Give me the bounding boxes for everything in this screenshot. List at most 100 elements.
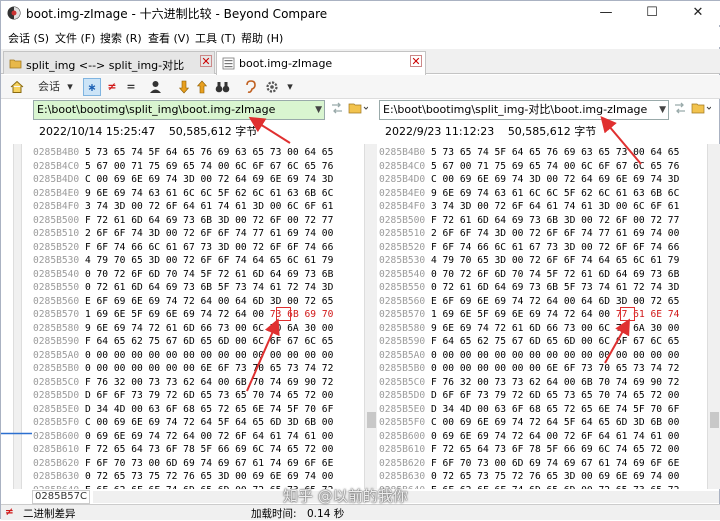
hex-address: 0285B4F0 xyxy=(379,201,431,212)
hex-row[interactable]: 0285B5A0 0 00 00 00 00 00 00 00 00 00 00… xyxy=(33,349,333,363)
chevron-down-icon[interactable]: ▼ xyxy=(315,101,322,119)
hex-row[interactable]: 0285B530 4 79 70 65 3D 00 72 6F 6F 74 64… xyxy=(33,254,333,268)
hex-row[interactable]: 0285B5B0 0 00 00 00 00 00 00 6E 6F 73 70… xyxy=(379,362,679,376)
hex-bytes: F 72 61 6D 64 69 73 6B 3D 00 72 6F 00 72… xyxy=(84,214,334,226)
hex-row[interactable]: 0285B4F0 3 74 3D 00 72 6F 64 61 74 61 3D… xyxy=(379,200,679,214)
hex-row[interactable]: 0285B5F0 C 00 69 6E 69 74 72 64 5F 64 65… xyxy=(33,416,333,430)
hex-row[interactable]: 0285B5C0 F 76 32 00 73 73 62 64 00 6B 70… xyxy=(33,376,333,390)
hex-row[interactable]: 0285B500 F 72 61 6D 64 69 73 6B 3D 00 72… xyxy=(33,214,333,228)
hex-row[interactable]: 0285B560 E 6F 69 6E 69 74 72 64 00 64 6D… xyxy=(379,295,679,309)
hex-row[interactable]: 0285B540 0 70 72 6F 6D 70 74 5F 72 61 6D… xyxy=(379,268,679,282)
diff-byte[interactable]: 69 xyxy=(299,309,316,320)
diff-overview-gutter[interactable] xyxy=(1,144,32,489)
hex-row[interactable]: 0285B4E0 9 6E 69 74 63 61 6C 6C 5F 62 6C… xyxy=(33,187,333,201)
right-path-input[interactable]: E:\boot\bootimg\split_img-对比\boot.img-zI… xyxy=(379,100,669,120)
hex-row[interactable]: 0285B580 9 6E 69 74 72 61 6D 66 73 00 6C… xyxy=(33,322,333,336)
show-differences-button[interactable]: ≠ xyxy=(104,78,120,96)
session-menu-button[interactable]: 会话 xyxy=(33,78,65,96)
hex-row[interactable]: 0285B610 F 72 65 64 73 6F 78 5F 66 69 6C… xyxy=(33,443,333,457)
hex-row[interactable]: 0285B590 F 64 65 62 75 67 6D 65 6D 00 6C… xyxy=(379,335,679,349)
menu-file[interactable]: 文件 (F) xyxy=(55,30,95,46)
close-tab-icon[interactable]: ✕ xyxy=(410,55,422,67)
menu-search[interactable]: 搜索 (R) xyxy=(100,30,142,46)
hex-row[interactable]: 0285B5C0 F 76 32 00 73 73 62 64 00 6B 70… xyxy=(379,376,679,390)
hex-row[interactable]: 0285B520 F 6F 74 66 6C 61 67 73 3D 00 72… xyxy=(33,241,333,255)
menu-help[interactable]: 帮助 (H) xyxy=(241,30,283,46)
hex-row[interactable]: 0285B560 E 6F 69 6E 69 74 72 64 00 64 6D… xyxy=(33,295,333,309)
hex-row[interactable]: 0285B550 0 72 61 6D 64 69 73 6B 5F 73 74… xyxy=(379,281,679,295)
hex-row[interactable]: 0285B5F0 C 00 69 6E 69 74 72 64 5F 64 65… xyxy=(379,416,679,430)
hex-row[interactable]: 0285B620 F 6F 70 73 00 6D 69 74 69 67 61… xyxy=(33,457,333,471)
hex-row[interactable]: 0285B610 F 72 65 64 73 6F 78 5F 66 69 6C… xyxy=(379,443,679,457)
diff-byte[interactable]: 6E xyxy=(645,309,662,320)
hex-row[interactable]: 0285B4C0 5 67 00 71 75 69 65 74 00 6C 6F… xyxy=(379,160,679,174)
home-icon[interactable] xyxy=(9,78,25,96)
hex-row[interactable]: 0285B4C0 5 67 00 71 75 69 65 74 00 6C 6F… xyxy=(33,160,333,174)
folder-open-icon[interactable] xyxy=(690,101,712,119)
scrollbar-thumb[interactable] xyxy=(710,412,719,428)
menu-session[interactable]: 会话 (S) xyxy=(8,30,49,46)
scrollbar-thumb[interactable] xyxy=(367,412,376,428)
hex-row[interactable]: 0285B600 0 69 6E 69 74 72 64 00 72 6F 64… xyxy=(33,430,333,444)
chevron-down-icon[interactable]: ▼ xyxy=(659,101,666,119)
left-path-input[interactable]: E:\boot\bootimg\split_img\boot.img-zImag… xyxy=(33,100,325,120)
swap-icon[interactable] xyxy=(672,101,688,119)
overview-bar[interactable] xyxy=(13,144,22,489)
hex-row[interactable]: 0285B5D0 D 6F 6F 73 79 72 6D 65 73 65 70… xyxy=(33,389,333,403)
menu-view[interactable]: 查看 (V) xyxy=(148,30,190,46)
left-vertical-scrollbar[interactable] xyxy=(364,144,377,489)
hex-row[interactable]: 0285B540 0 70 72 6F 6D 70 74 5F 72 61 6D… xyxy=(33,268,333,282)
ear-icon[interactable] xyxy=(241,78,259,96)
hex-row[interactable]: 0285B4B0 5 73 65 74 5F 64 65 76 69 63 65… xyxy=(33,146,333,160)
tab-folder-compare[interactable]: split_img <--> split_img-对比 ✕ xyxy=(3,51,215,74)
hex-row[interactable]: 0285B600 0 69 6E 69 74 72 64 00 72 6F 64… xyxy=(379,430,679,444)
person-icon[interactable] xyxy=(147,78,163,96)
hex-row[interactable]: 0285B580 9 6E 69 74 72 61 6D 66 73 00 6C… xyxy=(379,322,679,336)
hex-row[interactable]: 0285B550 0 72 61 6D 64 69 73 6B 5F 73 74… xyxy=(33,281,333,295)
tab-hex-compare[interactable]: boot.img-zImage ✕ xyxy=(216,51,426,75)
hex-row[interactable]: 0285B4D0 C 00 69 6E 69 74 3D 00 72 64 69… xyxy=(33,173,333,187)
show-all-button[interactable]: ∗ xyxy=(83,78,101,96)
left-hex-pane[interactable]: 0285B4B0 5 73 65 74 5F 64 65 76 69 63 65… xyxy=(33,144,364,489)
hex-row[interactable]: 0285B590 F 64 65 62 75 67 6D 65 6D 00 6C… xyxy=(33,335,333,349)
right-vertical-scrollbar[interactable] xyxy=(707,144,720,489)
hex-row[interactable]: 0285B5D0 D 6F 6F 73 79 72 6D 65 73 65 70… xyxy=(379,389,679,403)
toolbar: 会话 ▾ ∗ ≠ = ▾ xyxy=(1,75,720,99)
hex-row[interactable]: 0285B4D0 C 00 69 6E 69 74 3D 00 72 64 69… xyxy=(379,173,679,187)
arrow-up-icon[interactable] xyxy=(195,78,209,96)
hex-row[interactable]: 0285B510 2 6F 6F 74 3D 00 72 6F 6F 74 77… xyxy=(379,227,679,241)
hex-row[interactable]: 0285B530 4 79 70 65 3D 00 72 6F 6F 74 64… xyxy=(379,254,679,268)
hex-row[interactable]: 0285B640 E 6F 62 6F 6F 74 6D 65 6D 00 72… xyxy=(379,484,679,490)
show-same-button[interactable]: = xyxy=(123,78,139,96)
hex-row[interactable]: 0285B630 0 72 65 73 75 72 76 65 3D 00 69… xyxy=(33,470,333,484)
chevron-down-icon[interactable]: ▾ xyxy=(285,78,295,96)
minimize-button[interactable]: — xyxy=(583,1,629,25)
hex-row[interactable]: 0285B4E0 9 6E 69 74 63 61 6C 6C 5F 62 6C… xyxy=(379,187,679,201)
chevron-down-icon[interactable]: ▾ xyxy=(65,78,75,96)
diff-byte[interactable]: 70 xyxy=(316,309,334,320)
right-horizontal-scrollbar[interactable] xyxy=(379,491,719,503)
hex-row[interactable]: 0285B4B0 5 73 65 74 5F 64 65 76 69 63 65… xyxy=(379,146,679,160)
arrow-down-icon[interactable] xyxy=(177,78,191,96)
hex-row[interactable]: 0285B520 F 6F 74 66 6C 61 67 73 3D 00 72… xyxy=(379,241,679,255)
hex-row[interactable]: 0285B630 0 72 65 73 75 72 76 65 3D 00 69… xyxy=(379,470,679,484)
maximize-button[interactable]: ☐ xyxy=(629,1,675,25)
binoculars-icon[interactable] xyxy=(213,78,231,96)
hex-row[interactable]: 0285B5E0 D 34 4D 00 63 6F 68 65 72 65 6E… xyxy=(33,403,333,417)
hex-row[interactable]: 0285B510 2 6F 6F 74 3D 00 72 6F 6F 74 77… xyxy=(33,227,333,241)
diff-byte[interactable]: 74 xyxy=(662,309,680,320)
folder-open-icon[interactable] xyxy=(347,101,369,119)
close-tab-icon[interactable]: ✕ xyxy=(200,55,212,67)
menu-tools[interactable]: 工具 (T) xyxy=(195,30,236,46)
right-hex-pane[interactable]: 0285B4B0 5 73 65 74 5F 64 65 76 69 63 65… xyxy=(379,144,707,489)
hex-row[interactable]: 0285B5A0 0 00 00 00 00 00 00 00 00 00 00… xyxy=(379,349,679,363)
swap-icon[interactable] xyxy=(329,101,345,119)
hex-row[interactable]: 0285B4F0 3 74 3D 00 72 6F 64 61 74 61 3D… xyxy=(33,200,333,214)
tab-bar: split_img <--> split_img-对比 ✕ boot.img-z… xyxy=(1,49,720,75)
hex-row[interactable]: 0285B5E0 D 34 4D 00 63 6F 68 65 72 65 6E… xyxy=(379,403,679,417)
gear-icon[interactable] xyxy=(263,78,281,96)
hex-row[interactable]: 0285B500 F 72 61 6D 64 69 73 6B 3D 00 72… xyxy=(379,214,679,228)
hex-row[interactable]: 0285B620 F 6F 70 73 00 6D 69 74 69 67 61… xyxy=(379,457,679,471)
close-button[interactable]: ✕ xyxy=(675,1,720,25)
hex-row[interactable]: 0285B5B0 0 00 00 00 00 00 00 6E 6F 73 70… xyxy=(33,362,333,376)
